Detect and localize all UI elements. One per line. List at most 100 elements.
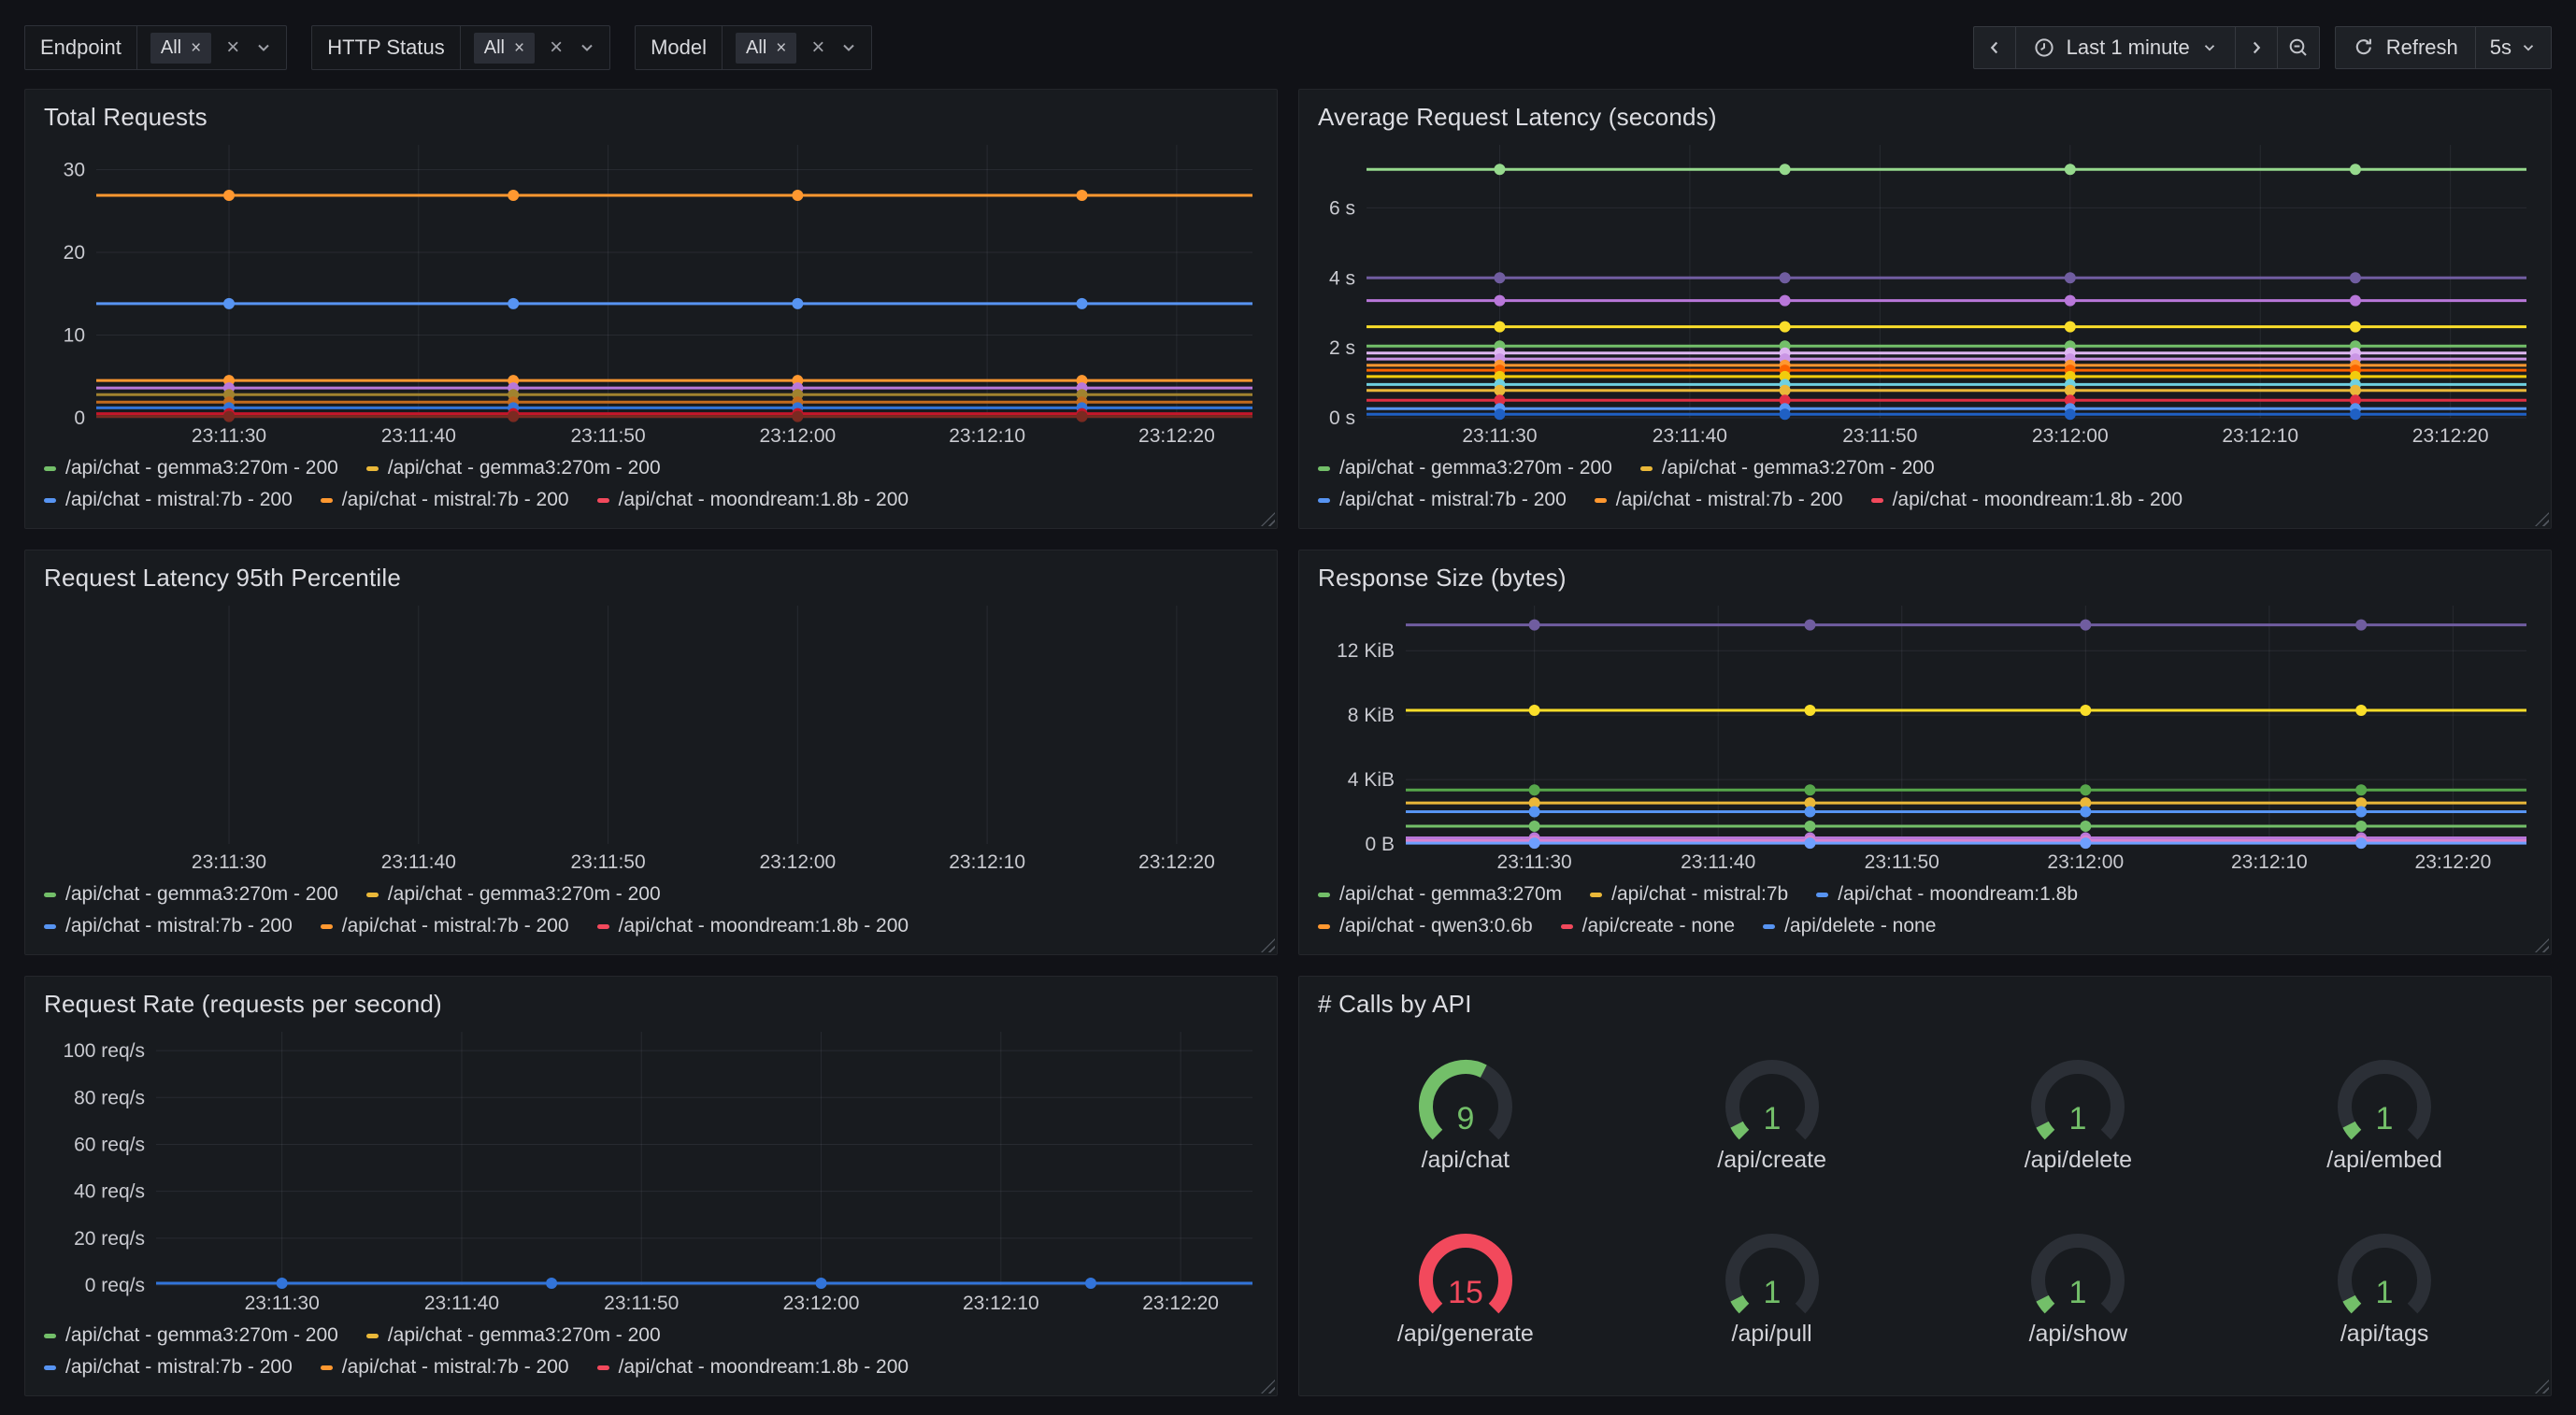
panels-grid: Total Requests23:11:3023:11:4023:11:5023…	[24, 89, 2552, 1396]
legend-item[interactable]: /api/chat - gemma3:270m - 200	[366, 1324, 661, 1347]
filter-bar: Endpoint All × × HTTP Status All × ×	[24, 25, 872, 70]
legend-series-color	[1763, 924, 1775, 929]
legend-item[interactable]: /api/chat - gemma3:270m - 200	[1640, 457, 1935, 479]
filter-value-box[interactable]: All × ×	[461, 26, 609, 69]
svg-text:23:11:40: 23:11:40	[424, 1293, 499, 1314]
legend-item[interactable]: /api/chat - gemma3:270m - 200	[366, 457, 661, 479]
filter-value-box[interactable]: All × ×	[137, 26, 286, 69]
gauge-label: /api/delete	[2025, 1147, 2132, 1174]
svg-text:23:12:20: 23:12:20	[1138, 425, 1215, 447]
legend-item[interactable]: /api/chat - mistral:7b - 200	[44, 915, 293, 937]
chip-remove-icon[interactable]: ×	[776, 39, 786, 57]
gauge-arc: 9	[1414, 1057, 1517, 1145]
filter-clear-icon[interactable]: ×	[226, 36, 239, 59]
panel-title[interactable]: Request Latency 95th Percentile	[25, 550, 1277, 596]
legend-series-color	[44, 466, 56, 471]
legend-item[interactable]: /api/chat - moondream:1.8b - 200	[1871, 489, 2183, 511]
legend-item[interactable]: /api/chat - gemma3:270m - 200	[1318, 457, 1612, 479]
time-back-button[interactable]	[1973, 26, 2016, 69]
legend-item[interactable]: /api/chat - mistral:7b - 200	[44, 489, 293, 511]
legend-label: /api/chat - mistral:7b - 200	[342, 1356, 569, 1379]
panel-title[interactable]: Response Size (bytes)	[1299, 550, 2551, 596]
gauge-/api/generate: 15/api/generate	[1312, 1203, 1619, 1378]
legend-item[interactable]: /api/delete - none	[1763, 915, 1936, 937]
refresh-interval-button[interactable]: 5s	[2475, 26, 2552, 69]
filter-chip[interactable]: All ×	[150, 33, 211, 64]
filter-clear-icon[interactable]: ×	[811, 36, 824, 59]
legend-series-color	[597, 498, 609, 503]
legend-item[interactable]: /api/chat - gemma3:270m - 200	[44, 1324, 338, 1347]
legend-label: /api/chat - gemma3:270m - 200	[1339, 457, 1612, 479]
legend-item[interactable]: /api/chat - moondream:1.8b - 200	[597, 489, 909, 511]
panel-title[interactable]: Request Rate (requests per second)	[25, 977, 1277, 1022]
legend-item[interactable]: /api/chat - moondream:1.8b	[1816, 883, 2078, 906]
svg-text:23:12:00: 23:12:00	[783, 1293, 860, 1314]
gauge-label: /api/generate	[1397, 1321, 1534, 1348]
legend-item[interactable]: /api/chat - gemma3:270m - 200	[44, 883, 338, 906]
filter-chip[interactable]: All ×	[474, 33, 535, 64]
legend-series-color	[321, 1365, 333, 1370]
chip-remove-icon[interactable]: ×	[191, 39, 201, 57]
chevron-down-icon	[2201, 39, 2218, 56]
chevron-down-icon[interactable]	[839, 38, 858, 57]
legend-item[interactable]: /api/chat - mistral:7b - 200	[1318, 489, 1567, 511]
legend-item[interactable]: /api/chat - gemma3:270m - 200	[44, 457, 338, 479]
legend-label: /api/chat - mistral:7b - 200	[65, 915, 293, 937]
legend-item[interactable]: /api/chat - mistral:7b - 200	[321, 915, 569, 937]
legend-item[interactable]: /api/chat - moondream:1.8b - 200	[597, 915, 909, 937]
legend-item[interactable]: /api/create - none	[1561, 915, 1735, 937]
legend-series-color	[1590, 893, 1602, 897]
timeseries-canvas: 23:11:3023:11:4023:11:5023:12:0023:12:10…	[35, 137, 1266, 450]
time-forward-button[interactable]	[2235, 26, 2278, 69]
legend-item[interactable]: /api/chat - gemma3:270m - 200	[366, 883, 661, 906]
legend-series-color	[44, 1334, 56, 1338]
legend-series-color	[1318, 924, 1330, 929]
svg-text:23:12:10: 23:12:10	[963, 1293, 1039, 1314]
legend-series-color	[321, 498, 333, 503]
svg-text:6 s: 6 s	[1329, 197, 1355, 219]
chevron-left-icon	[1984, 37, 2005, 58]
filter-clear-icon[interactable]: ×	[550, 36, 563, 59]
filter-value-box[interactable]: All × ×	[723, 26, 871, 69]
dashboard-toolbar: Endpoint All × × HTTP Status All × ×	[0, 0, 2576, 70]
chevron-down-icon[interactable]	[254, 38, 273, 57]
legend-row: /api/chat - mistral:7b - 200/api/chat - …	[44, 489, 1258, 511]
legend-series-color	[44, 924, 56, 929]
time-range-button[interactable]: Last 1 minute	[2015, 26, 2236, 69]
legend-item[interactable]: /api/chat - mistral:7b - 200	[1595, 489, 1843, 511]
legend-series-color	[44, 893, 56, 897]
legend-label: /api/delete - none	[1784, 915, 1936, 937]
legend-label: /api/chat - moondream:1.8b	[1838, 883, 2078, 906]
svg-text:23:11:50: 23:11:50	[1865, 851, 1939, 873]
gauge-grid: 9/api/chat1/api/create1/api/delete1/api/…	[1299, 1022, 2551, 1395]
legend-row: /api/chat - mistral:7b - 200/api/chat - …	[44, 1356, 1258, 1379]
legend-item[interactable]: /api/chat - mistral:7b - 200	[44, 1356, 293, 1379]
refresh-interval-label: 5s	[2490, 36, 2512, 60]
panel-title[interactable]: # Calls by API	[1299, 977, 2551, 1022]
legend-item[interactable]: /api/chat - gemma3:270m	[1318, 883, 1562, 906]
legend: /api/chat - gemma3:270m - 200/api/chat -…	[25, 1317, 1277, 1395]
panel-title[interactable]: Average Request Latency (seconds)	[1299, 90, 2551, 136]
legend-item[interactable]: /api/chat - mistral:7b - 200	[321, 1356, 569, 1379]
filter-chip[interactable]: All ×	[736, 33, 796, 64]
filter-model: Model All × ×	[635, 25, 872, 70]
panel-title[interactable]: Total Requests	[25, 90, 1277, 136]
time-range-label: Last 1 minute	[2067, 36, 2190, 60]
legend-item[interactable]: /api/chat - moondream:1.8b - 200	[597, 1356, 909, 1379]
svg-text:23:12:10: 23:12:10	[949, 425, 1025, 447]
chip-remove-icon[interactable]: ×	[514, 39, 524, 57]
legend-row: /api/chat - mistral:7b - 200/api/chat - …	[44, 915, 1258, 937]
legend-item[interactable]: /api/chat - mistral:7b	[1590, 883, 1788, 906]
chevron-down-icon[interactable]	[578, 38, 596, 57]
legend-series-color	[1318, 893, 1330, 897]
refresh-button[interactable]: Refresh	[2335, 26, 2476, 69]
filter-label: Model	[636, 26, 723, 69]
timeseries-plot: 23:11:3023:11:4023:11:5023:12:0023:12:10…	[35, 1024, 1266, 1317]
zoom-out-button[interactable]	[2277, 26, 2320, 69]
legend-label: /api/chat - gemma3:270m - 200	[65, 883, 338, 906]
panel-total-requests: Total Requests23:11:3023:11:4023:11:5023…	[24, 89, 1278, 529]
legend-item[interactable]: /api/chat - mistral:7b - 200	[321, 489, 569, 511]
legend-item[interactable]: /api/chat - qwen3:0.6b	[1318, 915, 1533, 937]
panel-response-size: Response Size (bytes)23:11:3023:11:4023:…	[1298, 550, 2552, 955]
svg-text:0 s: 0 s	[1329, 407, 1355, 429]
